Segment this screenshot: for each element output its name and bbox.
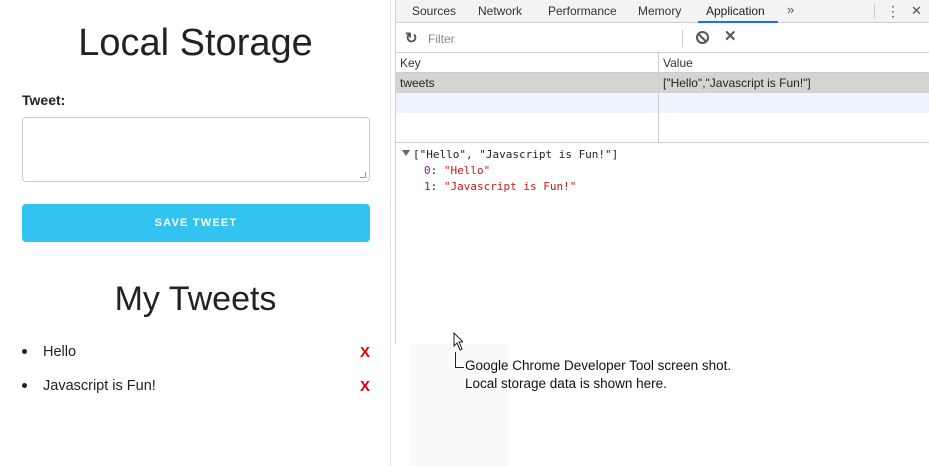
column-header-key[interactable]: Key <box>400 56 421 70</box>
bullet-icon <box>22 349 27 354</box>
tweet-list-item: Hello X <box>22 342 372 376</box>
tweet-textarea[interactable] <box>22 117 370 182</box>
annotation-line-2: Local storage data is shown here. <box>465 376 667 391</box>
close-devtools-icon[interactable]: ✕ <box>911 3 922 19</box>
storage-key-value-table: Key Value tweets ["Hello","Javascript is… <box>396 53 929 143</box>
preview-entry-content: 1: "Javascript is Fun!" <box>424 180 576 193</box>
resize-grip-icon[interactable] <box>360 172 366 178</box>
value-preview: ["Hello", "Javascript is Fun!"] 0: "Hell… <box>396 146 929 194</box>
remove-tweet-button[interactable]: X <box>360 344 370 361</box>
annotation-line-1: Google Chrome Developer Tool screen shot… <box>465 358 732 373</box>
more-tabs-icon[interactable]: » <box>787 2 794 17</box>
tweet-text: Javascript is Fun! <box>43 378 156 394</box>
preview-summary: ["Hello", "Javascript is Fun!"] <box>413 148 619 161</box>
column-divider[interactable] <box>658 53 659 143</box>
column-header-value[interactable]: Value <box>663 56 693 70</box>
delete-selected-icon[interactable]: ✕ <box>724 27 737 45</box>
empty-table-row[interactable] <box>396 93 929 113</box>
annotation-text: Google Chrome Developer Tool screen shot… <box>465 357 731 393</box>
save-tweet-button[interactable]: Save Tweet <box>22 204 370 242</box>
preview-summary-line[interactable]: ["Hello", "Javascript is Fun!"] <box>396 146 929 162</box>
tab-memory[interactable]: Memory <box>638 4 681 18</box>
tab-network[interactable]: Network <box>478 4 522 18</box>
preview-colon: : <box>430 164 444 177</box>
mouse-cursor-icon <box>453 332 463 351</box>
preview-entry: 1: "Javascript is Fun!" <box>396 178 929 194</box>
preview-entry-content: 0: "Hello" <box>424 164 490 177</box>
my-tweets-heading: My Tweets <box>114 280 277 318</box>
table-header: Key Value <box>396 53 929 73</box>
devtools-panel: Sources Network Performance Memory Appli… <box>395 0 929 344</box>
expand-triangle-icon[interactable] <box>402 150 410 156</box>
tweet-app: Local Storage Tweet: Save Tweet My Tweet… <box>0 0 391 466</box>
preview-colon: : <box>430 180 444 193</box>
filter-input[interactable] <box>428 30 678 48</box>
refresh-icon[interactable]: ↻ <box>405 29 418 47</box>
tab-sources[interactable]: Sources <box>412 4 456 18</box>
tweet-text: Hello <box>43 344 77 360</box>
tweet-label: Tweet: <box>22 92 66 108</box>
kebab-menu-icon[interactable]: ⋮ <box>886 3 900 20</box>
row-value: ["Hello","Javascript is Fun!"] <box>663 76 811 90</box>
active-tab-indicator <box>698 21 778 23</box>
preview-entry: 0: "Hello" <box>396 162 929 178</box>
annotation-pointer-line <box>455 352 464 368</box>
tweet-list-item: Javascript is Fun! X <box>22 376 372 410</box>
preview-index: 0 <box>424 164 431 177</box>
tab-application[interactable]: Application <box>706 4 765 18</box>
clear-all-icon[interactable] <box>696 31 709 44</box>
remove-tweet-button[interactable]: X <box>360 378 370 395</box>
row-key: tweets <box>400 76 435 90</box>
preview-value: "Hello" <box>443 164 491 177</box>
storage-toolbar: ↻ ✕ <box>396 24 929 53</box>
divider <box>874 4 875 19</box>
tweet-list: Hello X Javascript is Fun! X <box>22 342 372 410</box>
bullet-icon <box>22 383 27 388</box>
devtools-tab-bar: Sources Network Performance Memory Appli… <box>396 0 929 23</box>
divider <box>682 30 683 47</box>
tab-performance[interactable]: Performance <box>548 4 617 18</box>
preview-value: "Javascript is Fun!" <box>443 180 577 193</box>
preview-index: 1 <box>424 180 431 193</box>
page-title: Local Storage <box>78 22 313 64</box>
table-row[interactable]: tweets ["Hello","Javascript is Fun!"] <box>396 73 929 93</box>
